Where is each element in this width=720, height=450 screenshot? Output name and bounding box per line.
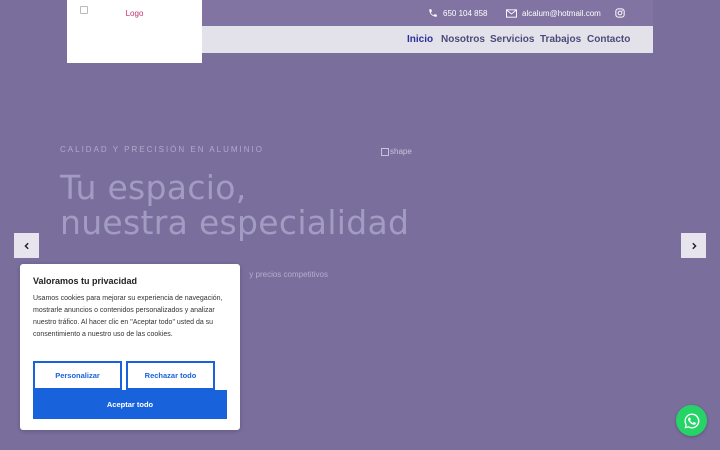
slider-prev-button[interactable] — [14, 233, 39, 258]
nav-contacto[interactable]: Contacto — [587, 26, 630, 53]
slider-next-button[interactable] — [681, 233, 706, 258]
logo-alt-text: Logo — [125, 9, 144, 18]
nav-nosotros[interactable]: Nosotros — [441, 26, 485, 53]
broken-image-icon — [381, 147, 389, 156]
phone-icon — [429, 9, 437, 17]
cookie-text: Usamos cookies para mejorar su experienc… — [33, 295, 223, 338]
hero-title-line-1: Tu espacio, — [60, 168, 247, 207]
chevron-right-icon — [691, 242, 697, 249]
reject-all-button[interactable]: Rechazar todo — [126, 361, 215, 390]
cookie-consent-dialog: Valoramos tu privacidad Usamos cookies p… — [20, 264, 240, 430]
nav-trabajos[interactable]: Trabajos — [540, 26, 581, 53]
shape-alt-text: shape — [390, 147, 412, 156]
whatsapp-button[interactable] — [676, 405, 707, 436]
mail-icon — [506, 8, 517, 18]
email-contact[interactable]: alcalum@hotmail.com — [506, 0, 601, 26]
customize-button[interactable]: Personalizar — [33, 361, 122, 390]
email-address: alcalum@hotmail.com — [522, 8, 601, 18]
hero-eyebrow: CALIDAD Y PRECISIÓN EN ALUMINIO — [60, 145, 264, 154]
nav-inicio[interactable]: Inicio — [407, 26, 433, 53]
accept-all-button[interactable]: Aceptar todo — [33, 390, 227, 419]
site-logo[interactable]: Logo — [67, 0, 202, 63]
cookie-title: Valoramos tu privacidad — [33, 276, 138, 286]
phone-contact[interactable]: 650 104 858 — [428, 0, 488, 26]
instagram-link[interactable] — [615, 0, 630, 26]
hero-title-line-2: nuestra especialidad — [60, 203, 410, 242]
nav-servicios[interactable]: Servicios — [490, 26, 534, 53]
phone-number: 650 104 858 — [443, 8, 488, 18]
whatsapp-icon — [684, 413, 699, 428]
chevron-left-icon — [23, 242, 29, 249]
hero-title: Tu espacio, nuestra especialidad — [60, 170, 409, 240]
instagram-icon — [615, 8, 625, 18]
shape-image: shape — [381, 147, 412, 156]
